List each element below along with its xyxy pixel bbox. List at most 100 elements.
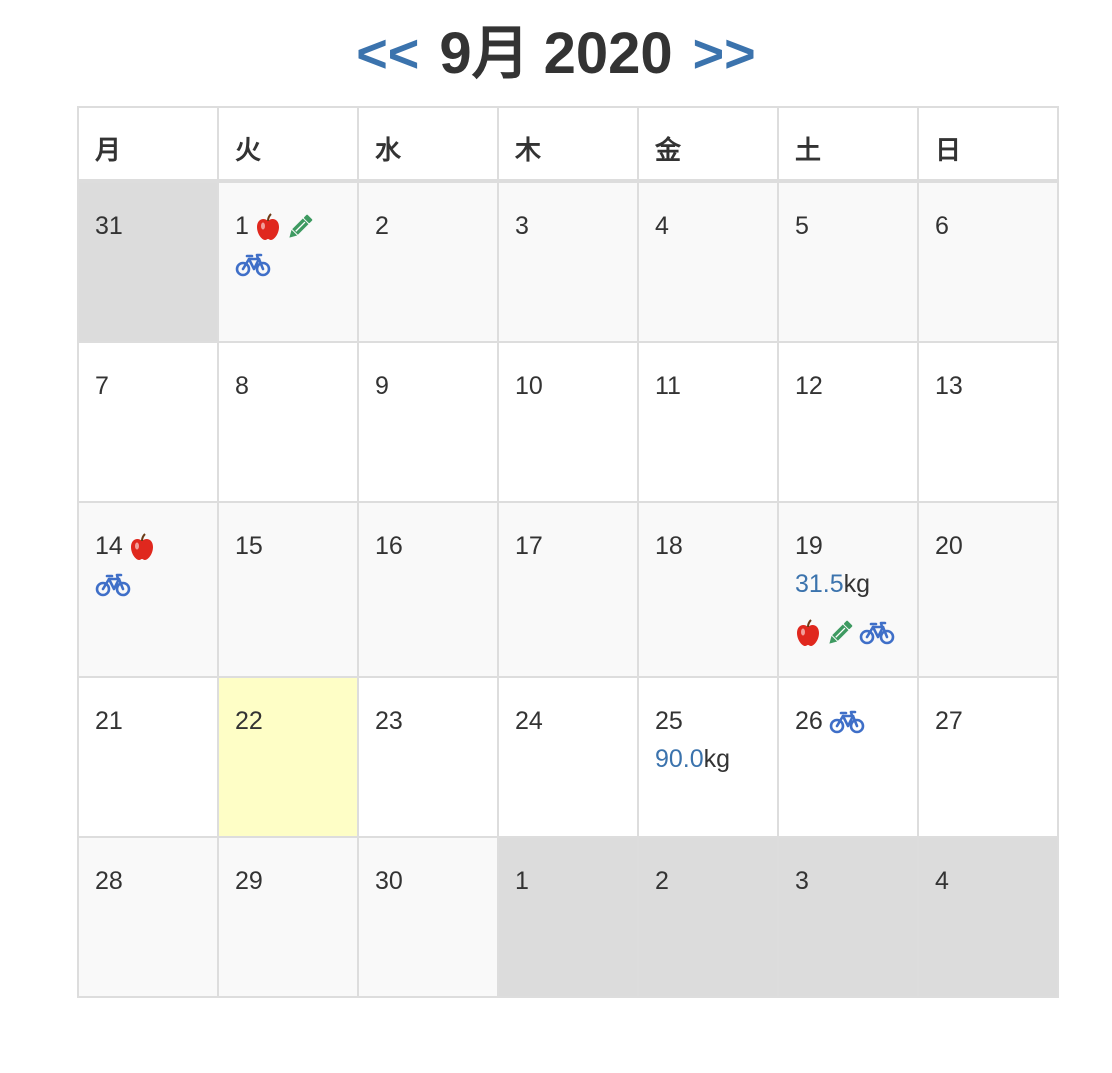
day-number: 22 bbox=[235, 707, 263, 735]
bicycle-icon[interactable] bbox=[95, 573, 131, 597]
weight-value[interactable]: 31.5 bbox=[795, 570, 844, 598]
bicycle-icon[interactable] bbox=[235, 253, 271, 277]
day-cell[interactable]: 20 bbox=[917, 501, 1059, 678]
day-number: 26 bbox=[795, 707, 823, 735]
day-icons bbox=[95, 565, 203, 603]
week-row: 7 8 9 10 11 12 13 bbox=[77, 341, 1059, 503]
day-number: 14 bbox=[95, 532, 123, 560]
day-cell-today[interactable]: 22 bbox=[217, 676, 359, 838]
day-number: 2 bbox=[375, 212, 389, 240]
day-number: 23 bbox=[375, 707, 403, 735]
day-line: 13 bbox=[935, 367, 1043, 405]
day-cell[interactable]: 7 bbox=[77, 341, 219, 503]
apple-icon[interactable] bbox=[795, 619, 821, 647]
day-cell-other-month[interactable]: 1 bbox=[497, 836, 639, 998]
day-number: 31 bbox=[95, 212, 123, 240]
weekday-sun: 日 bbox=[917, 106, 1059, 183]
weekday-mon: 月 bbox=[77, 106, 219, 183]
day-number: 3 bbox=[515, 212, 529, 240]
day-line: 2 bbox=[655, 862, 763, 900]
day-cell[interactable]: 5 bbox=[777, 180, 919, 343]
day-cell[interactable]: 16 bbox=[357, 501, 499, 678]
day-cell[interactable]: 6 bbox=[917, 180, 1059, 343]
day-line: 1 bbox=[515, 862, 623, 900]
week-row: 21 22 23 24 25 90.0kg 26 27 bbox=[77, 676, 1059, 838]
day-cell[interactable]: 30 bbox=[357, 836, 499, 998]
day-cell[interactable]: 9 bbox=[357, 341, 499, 503]
day-cell[interactable]: 28 bbox=[77, 836, 219, 998]
day-cell[interactable]: 27 bbox=[917, 676, 1059, 838]
day-number: 12 bbox=[795, 372, 823, 400]
day-line: 18 bbox=[655, 527, 763, 565]
day-line: 25 bbox=[655, 702, 763, 740]
calendar-header: << 9月 2020 >> bbox=[0, 18, 1112, 90]
day-cell[interactable]: 25 90.0kg bbox=[637, 676, 779, 838]
weight-value[interactable]: 90.0 bbox=[655, 745, 704, 773]
day-cell[interactable]: 1 bbox=[217, 180, 359, 343]
day-line: 4 bbox=[655, 207, 763, 245]
day-number: 21 bbox=[95, 707, 123, 735]
day-number: 5 bbox=[795, 212, 809, 240]
weight-entry: 90.0kg bbox=[655, 740, 763, 778]
day-line: 22 bbox=[235, 702, 343, 740]
day-cell-other-month[interactable]: 31 bbox=[77, 180, 219, 343]
weekday-tue: 火 bbox=[217, 106, 359, 183]
pencil-icon[interactable] bbox=[285, 212, 315, 242]
day-line: 10 bbox=[515, 367, 623, 405]
weekday-wed: 水 bbox=[357, 106, 499, 183]
apple-icon[interactable] bbox=[255, 213, 281, 241]
day-cell[interactable]: 23 bbox=[357, 676, 499, 838]
next-month-link[interactable]: >> bbox=[693, 18, 756, 90]
apple-icon[interactable] bbox=[129, 533, 155, 561]
day-number: 6 bbox=[935, 212, 949, 240]
day-cell[interactable]: 24 bbox=[497, 676, 639, 838]
day-cell[interactable]: 19 31.5kg bbox=[777, 501, 919, 678]
day-cell[interactable]: 29 bbox=[217, 836, 359, 998]
day-number: 10 bbox=[515, 372, 543, 400]
day-cell[interactable]: 18 bbox=[637, 501, 779, 678]
day-line: 20 bbox=[935, 527, 1043, 565]
day-cell[interactable]: 10 bbox=[497, 341, 639, 503]
day-number: 1 bbox=[235, 212, 249, 240]
pencil-icon[interactable] bbox=[825, 618, 855, 648]
day-cell[interactable]: 26 bbox=[777, 676, 919, 838]
day-cell[interactable]: 2 bbox=[357, 180, 499, 343]
day-number: 3 bbox=[795, 867, 809, 895]
day-number: 17 bbox=[515, 532, 543, 560]
day-number: 16 bbox=[375, 532, 403, 560]
day-cell[interactable]: 13 bbox=[917, 341, 1059, 503]
bicycle-icon[interactable] bbox=[829, 710, 865, 734]
day-cell[interactable]: 4 bbox=[637, 180, 779, 343]
calendar-table: 月 火 水 木 金 土 日 31 1 2 3 4 5 6 7 8 9 10 11 12 13 14 15 16 1… bbox=[77, 106, 1059, 998]
day-cell-other-month[interactable]: 3 bbox=[777, 836, 919, 998]
day-cell[interactable]: 17 bbox=[497, 501, 639, 678]
day-line: 3 bbox=[795, 862, 903, 900]
day-cell[interactable]: 3 bbox=[497, 180, 639, 343]
weekday-header-row: 月 火 水 木 金 土 日 bbox=[77, 106, 1059, 183]
day-cell[interactable]: 12 bbox=[777, 341, 919, 503]
week-row: 28 29 30 1 2 3 4 bbox=[77, 836, 1059, 998]
day-number: 28 bbox=[95, 867, 123, 895]
day-line: 31 bbox=[95, 207, 203, 245]
day-line: 11 bbox=[655, 367, 763, 405]
day-line: 14 bbox=[95, 527, 203, 565]
prev-month-link[interactable]: << bbox=[356, 18, 419, 90]
day-cell-other-month[interactable]: 4 bbox=[917, 836, 1059, 998]
day-icons bbox=[235, 245, 343, 283]
day-cell[interactable]: 11 bbox=[637, 341, 779, 503]
bicycle-icon[interactable] bbox=[859, 621, 895, 645]
year-title: 2020 bbox=[543, 21, 673, 86]
weight-unit: kg bbox=[703, 745, 731, 773]
week-row: 31 1 2 3 4 5 6 bbox=[77, 180, 1059, 343]
day-number: 20 bbox=[935, 532, 963, 560]
day-cell[interactable]: 14 bbox=[77, 501, 219, 678]
day-line: 23 bbox=[375, 702, 483, 740]
calendar-body: 31 1 2 3 4 5 6 7 8 9 10 11 12 13 14 15 16 17 18 19 31.5kg 20 2… bbox=[77, 180, 1059, 998]
day-number: 7 bbox=[95, 372, 109, 400]
day-cell-other-month[interactable]: 2 bbox=[637, 836, 779, 998]
day-cell[interactable]: 15 bbox=[217, 501, 359, 678]
day-cell[interactable]: 21 bbox=[77, 676, 219, 838]
day-line: 1 bbox=[235, 207, 343, 245]
day-cell[interactable]: 8 bbox=[217, 341, 359, 503]
day-number: 8 bbox=[235, 372, 249, 400]
